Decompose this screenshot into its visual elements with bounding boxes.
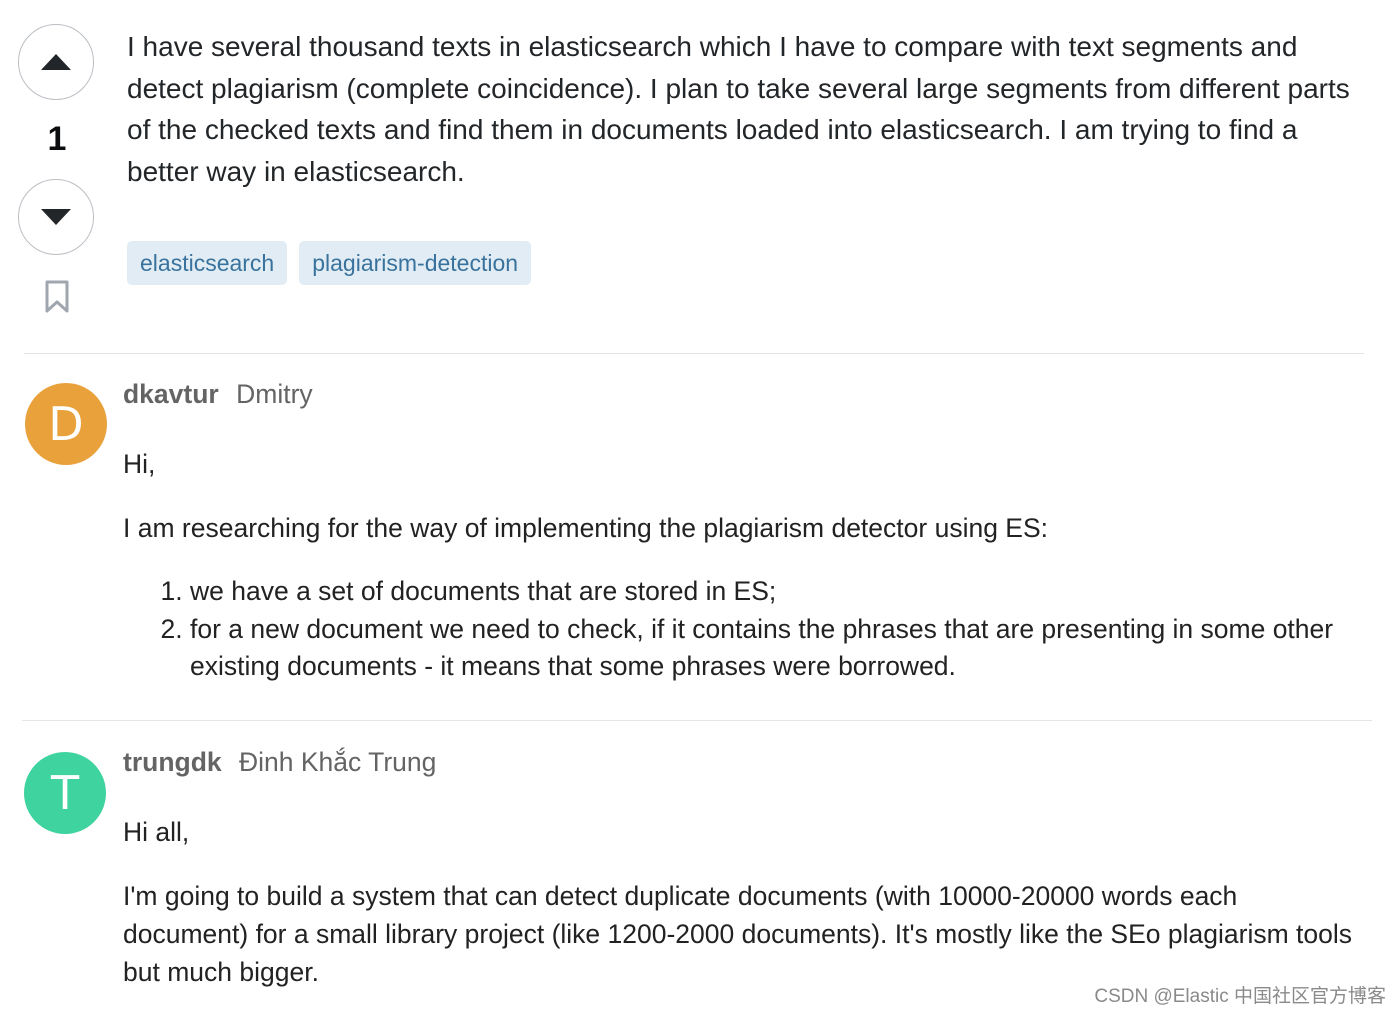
divider [24,353,1364,354]
greeting-text: Hi, [123,449,156,479]
bookmark-button[interactable] [43,280,71,314]
username[interactable]: trungdk [123,747,222,777]
post-paragraph: I am researching for the way of implemen… [123,513,1049,543]
list-item: for a new document we need to check, if … [190,611,1353,686]
avatar[interactable]: T [24,752,106,834]
bookmark-icon [45,280,69,313]
tag-list: elasticsearch plagiarism-detection [127,241,532,285]
caret-up-icon [41,54,71,70]
username[interactable]: dkavtur [123,379,219,409]
list-item: we have a set of documents that are stor… [190,573,1353,611]
watermark: CSDN @Elastic 中国社区官方博客 [1094,986,1386,1007]
post-header: trungdk Đinh Khắc Trung [123,744,1353,780]
tag-elasticsearch[interactable]: elasticsearch [127,241,288,285]
post-paragraph: I'm going to build a system that can det… [123,881,1352,987]
greeting-text: Hi all, [123,817,190,847]
avatar[interactable]: D [25,383,107,465]
caret-down-icon [41,209,71,225]
question-body: I have several thousand texts in elastic… [127,31,1350,188]
vote-count: 1 [47,120,67,158]
post-list: we have a set of documents that are stor… [123,573,1353,686]
tag-plagiarism-detection[interactable]: plagiarism-detection [299,241,532,285]
divider [22,720,1372,721]
reply-post: dkavtur Dmitry Hi, I am researching for … [123,376,1353,686]
full-name: Đinh Khắc Trung [239,747,437,777]
downvote-button[interactable] [18,179,94,255]
reply-post: trungdk Đinh Khắc Trung Hi all, I'm goin… [123,744,1353,991]
upvote-button[interactable] [18,24,94,100]
full-name: Dmitry [236,379,313,409]
post-header: dkavtur Dmitry [123,376,1353,412]
